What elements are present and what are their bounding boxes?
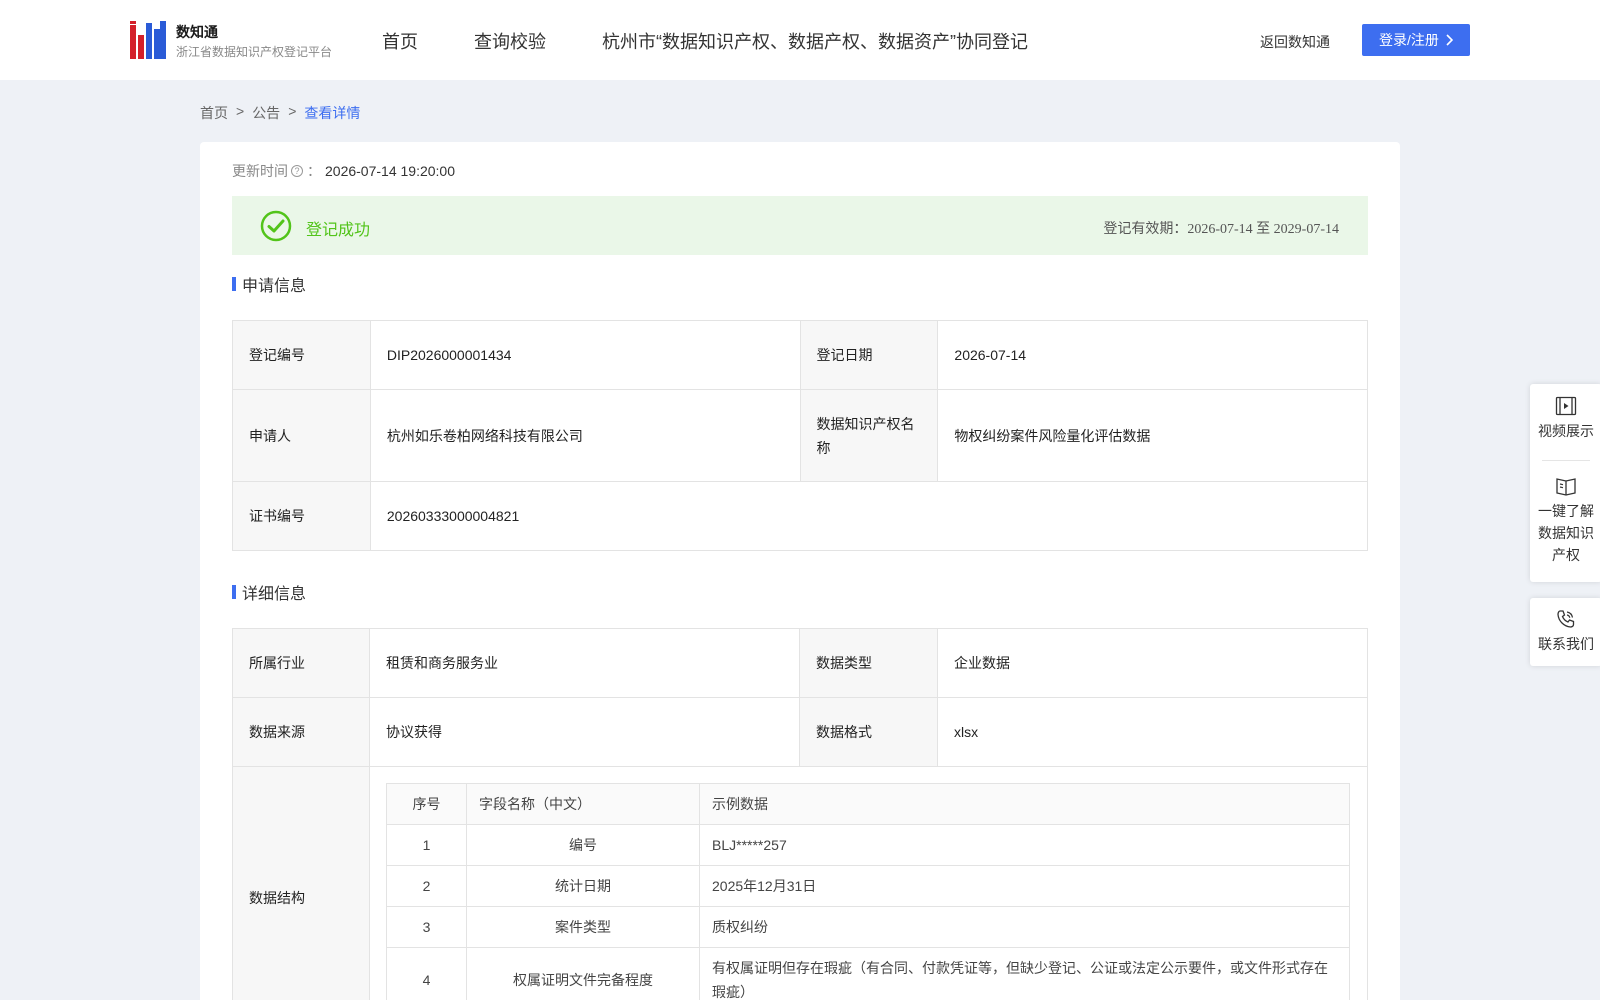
back-to-shuzhitong-link[interactable]: 返回数知通 — [1260, 32, 1330, 52]
breadcrumb-announcement[interactable]: 公告 — [252, 103, 280, 123]
table-row: 证书编号 20260333000004821 — [232, 481, 1369, 551]
field-sample: 有权属证明但存在瑕疵（有合同、付款凭证等，但缺少登记、公证或法定公示要件，或文件… — [699, 947, 1350, 1000]
cert-no-label: 证书编号 — [232, 481, 371, 551]
validity-period: 登记有效期：2026-07-14 至 2029-07-14 — [1103, 222, 1339, 237]
update-time: 更新时间 ? ： 2026-07-14 19:20:00 — [232, 161, 455, 181]
learn-data-ip-label: 一键了解数据知识产权 — [1538, 503, 1594, 563]
field-name: 权属证明文件完备程度 — [466, 947, 700, 1000]
contact-us-button[interactable]: 联系我们 — [1530, 598, 1600, 655]
fields-table: 序号 字段名称（中文） 示例数据 1 编号 BLJ*****257 2 统计日期… — [386, 783, 1350, 1000]
breadcrumb-home[interactable]: 首页 — [200, 103, 228, 123]
table-row: 数据结构 序号 字段名称（中文） 示例数据 1 编号 BLJ*****257 2 — [232, 766, 1368, 1000]
applicant-value: 杭州如乐卷柏网络科技有限公司 — [369, 389, 801, 482]
side-panel-bottom: 联系我们 — [1530, 598, 1600, 666]
table-row: 4 权属证明文件完备程度 有权属证明但存在瑕疵（有合同、付款凭证等，但缺少登记、… — [386, 947, 1350, 1000]
login-register-button[interactable]: 登录/注册 — [1362, 24, 1470, 56]
chevron-right-icon — [1446, 34, 1453, 46]
contact-us-label: 联系我们 — [1538, 636, 1594, 652]
table-row: 2 统计日期 2025年12月31日 — [386, 865, 1350, 907]
logo-subtitle: 浙江省数据知识产权登记平台 — [176, 45, 333, 59]
fields-header-row: 序号 字段名称（中文） 示例数据 — [386, 783, 1350, 825]
table-row: 所属行业 租赁和商务服务业 数据类型 企业数据 — [232, 628, 1369, 698]
section-title-detail: 详细信息 — [232, 580, 306, 604]
ip-name-value: 物权纠纷案件风险量化评估数据 — [937, 389, 1368, 482]
breadcrumb-separator: > — [236, 103, 245, 119]
detail-card: 更新时间 ? ： 2026-07-14 19:20:00 登记成功 登记有效期：… — [200, 142, 1400, 1000]
data-structure-label: 数据结构 — [232, 766, 370, 1000]
table-row: 数据来源 协议获得 数据格式 xlsx — [232, 697, 1369, 767]
top-header: 数知通 浙江省数据知识产权登记平台 首页 查询校验 杭州市“数据知识产权、数据产… — [0, 0, 1600, 80]
side-panel-top: 视频展示 一键了解数据知识产权 — [1530, 384, 1600, 582]
field-sample: BLJ*****257 — [699, 824, 1350, 866]
nav-query-verify[interactable]: 查询校验 — [474, 28, 546, 54]
detail-info-table: 所属行业 租赁和商务服务业 数据类型 企业数据 数据来源 协议获得 数据格式 x… — [232, 628, 1369, 1000]
status-text: 登记成功 — [306, 222, 371, 239]
nav-hangzhou-registration[interactable]: 杭州市“数据知识产权、数据产权、数据资产”协同登记 — [602, 28, 1028, 54]
learn-data-ip-button[interactable]: 一键了解数据知识产权 — [1530, 461, 1600, 566]
video-showcase-label: 视频展示 — [1538, 423, 1594, 439]
book-icon — [1556, 478, 1576, 496]
field-no: 3 — [386, 906, 467, 948]
industry-value: 租赁和商务服务业 — [369, 628, 800, 698]
breadcrumb-current: 查看详情 — [304, 105, 361, 121]
data-format-label: 数据格式 — [798, 697, 938, 767]
data-structure-cell: 序号 字段名称（中文） 示例数据 1 编号 BLJ*****257 2 统计日期… — [369, 766, 1368, 1000]
breadcrumb: 首页 > 公告 > 查看详情 — [200, 103, 360, 123]
help-question-icon[interactable]: ? — [291, 165, 303, 177]
column-header-no: 序号 — [386, 783, 467, 825]
data-type-label: 数据类型 — [798, 628, 938, 698]
field-sample: 质权纠纷 — [699, 906, 1350, 948]
reg-date-value: 2026-07-14 — [937, 320, 1368, 390]
nav-home[interactable]: 首页 — [382, 28, 418, 54]
field-no: 4 — [386, 947, 467, 1000]
status-banner: 登记成功 登记有效期：2026-07-14 至 2029-07-14 — [232, 196, 1368, 255]
column-header-sample: 示例数据 — [699, 783, 1350, 825]
field-no: 2 — [386, 865, 467, 907]
section-marker — [232, 585, 236, 599]
application-info-table: 登记编号 DIP2026000001434 登记日期 2026-07-14 申请… — [232, 320, 1369, 551]
section-title-application: 申请信息 — [232, 272, 306, 296]
phone-icon — [1557, 610, 1575, 628]
data-type-value: 企业数据 — [936, 628, 1369, 698]
breadcrumb-separator: > — [288, 103, 297, 119]
data-format-value: xlsx — [936, 697, 1369, 767]
colon: ： — [307, 163, 321, 179]
table-row: 1 编号 BLJ*****257 — [386, 824, 1350, 866]
field-name: 统计日期 — [466, 865, 700, 907]
data-source-label: 数据来源 — [232, 697, 370, 767]
video-icon — [1555, 396, 1577, 416]
table-row: 登记编号 DIP2026000001434 登记日期 2026-07-14 — [232, 320, 1368, 390]
ip-name-label: 数据知识产权名称 — [799, 389, 939, 482]
update-time-label: 更新时间 — [232, 163, 288, 179]
reg-no-value: DIP2026000001434 — [369, 320, 801, 390]
logo-icon[interactable] — [130, 21, 166, 59]
applicant-label: 申请人 — [232, 389, 371, 482]
section-title-text: 详细信息 — [242, 586, 307, 603]
reg-no-label: 登记编号 — [232, 320, 371, 390]
data-source-value: 协议获得 — [369, 697, 800, 767]
update-time-value: 2026-07-14 19:20:00 — [325, 163, 455, 179]
video-showcase-button[interactable]: 视频展示 — [1530, 384, 1600, 460]
column-header-field-name: 字段名称（中文） — [466, 783, 700, 825]
check-circle-icon — [260, 210, 292, 242]
field-name: 编号 — [466, 824, 700, 866]
section-title-text: 申请信息 — [242, 278, 307, 295]
section-marker — [232, 277, 236, 291]
logo-name: 数知通 — [176, 24, 218, 40]
field-no: 1 — [386, 824, 467, 866]
field-sample: 2025年12月31日 — [699, 865, 1350, 907]
table-row: 申请人 杭州如乐卷柏网络科技有限公司 数据知识产权名称 物权纠纷案件风险量化评估… — [232, 389, 1368, 482]
industry-label: 所属行业 — [232, 628, 370, 698]
reg-date-label: 登记日期 — [799, 320, 939, 390]
login-register-label: 登录/注册 — [1379, 32, 1439, 48]
field-name: 案件类型 — [466, 906, 700, 948]
table-row: 3 案件类型 质权纠纷 — [386, 906, 1350, 948]
cert-no-value: 20260333000004821 — [369, 481, 1369, 551]
